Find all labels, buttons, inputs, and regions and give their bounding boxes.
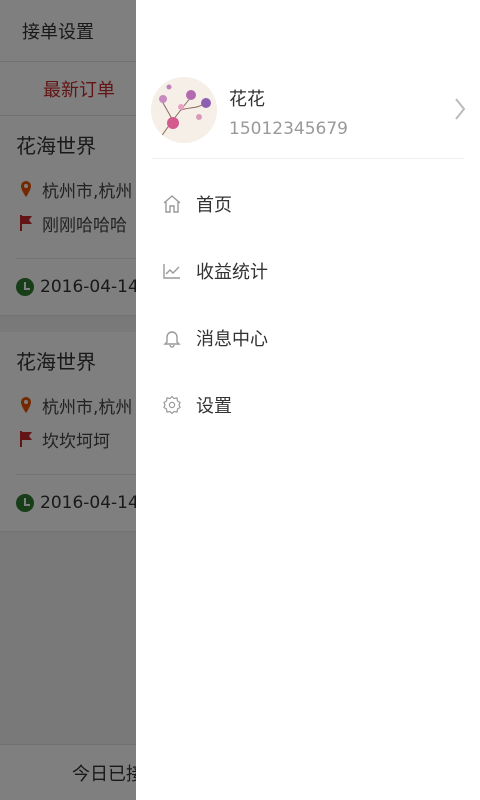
menu-item-messages[interactable]: 消息中心: [136, 304, 480, 371]
profile-header[interactable]: 花花 15012345679: [136, 0, 480, 158]
menu-item-settings[interactable]: 设置: [136, 371, 480, 438]
drawer-menu: 首页 收益统计 消息中心 设置: [136, 170, 480, 438]
divider: [152, 158, 464, 159]
gear-icon: [163, 395, 181, 414]
menu-item-label: 设置: [196, 395, 232, 417]
user-name: 花花: [229, 89, 265, 110]
menu-item-earnings[interactable]: 收益统计: [136, 237, 480, 304]
chart-icon: [163, 263, 180, 279]
menu-item-label: 消息中心: [196, 328, 268, 350]
home-icon: [163, 194, 181, 213]
menu-item-label: 收益统计: [196, 261, 268, 283]
bell-icon: [163, 330, 181, 348]
chevron-right-icon[interactable]: [454, 97, 466, 121]
user-phone: 15012345679: [229, 119, 348, 139]
menu-item-label: 首页: [196, 194, 232, 216]
floral-avatar-image: [151, 77, 217, 143]
menu-item-home[interactable]: 首页: [136, 170, 480, 237]
navigation-drawer: 花花 15012345679 首页 收益统计 消息中心 设置: [136, 0, 480, 800]
avatar[interactable]: [151, 77, 217, 143]
